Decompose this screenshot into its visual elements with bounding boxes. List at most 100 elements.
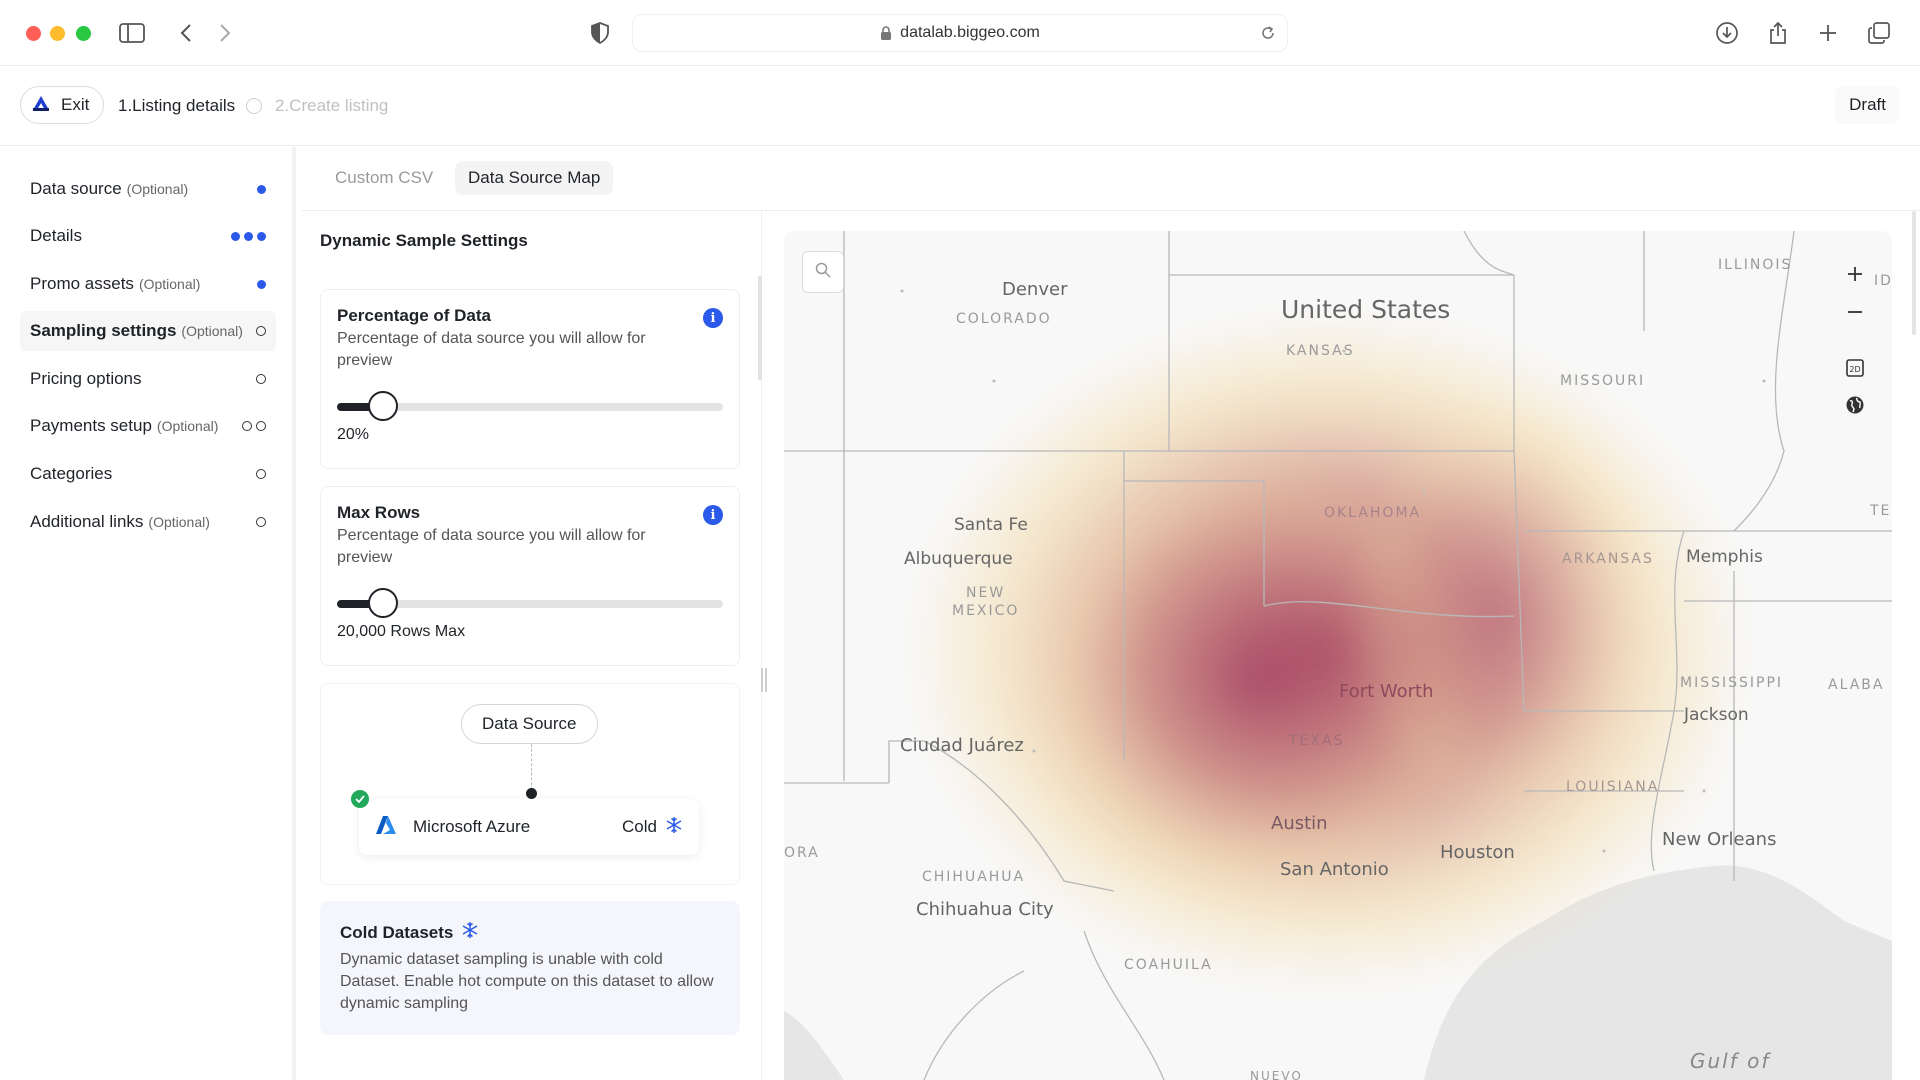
notice-title: Cold Datasets	[340, 922, 454, 942]
data-source-card: Data Source Microsoft Azure Cold	[320, 683, 740, 885]
map-label-ora: ORA	[784, 845, 820, 861]
sidebar-item-sampling-settings[interactable]: Sampling settings (Optional)	[20, 311, 276, 351]
download-icon[interactable]	[1712, 18, 1742, 48]
tab-data-source-map[interactable]: Data Source Map	[455, 161, 614, 195]
map-label-new: NEW	[966, 585, 1006, 601]
card-description: Percentage of data source you will allow…	[337, 527, 646, 566]
exit-label: Exit	[61, 95, 90, 114]
map-search-button[interactable]	[802, 251, 844, 293]
url-text: datalab.biggeo.com	[900, 24, 1040, 41]
data-source-button[interactable]: Data Source	[461, 704, 598, 744]
2d-view-icon[interactable]: 2D	[1836, 349, 1874, 387]
new-tab-icon[interactable]	[1813, 18, 1843, 48]
sidebar-item-additional-links[interactable]: Additional links (Optional)	[20, 502, 276, 542]
map-label-ciudad-juarez: Ciudad Juárez	[900, 735, 1024, 756]
max-rows-slider[interactable]	[337, 588, 723, 618]
address-bar[interactable]: datalab.biggeo.com	[632, 14, 1288, 52]
optional-tag: (Optional)	[148, 514, 210, 530]
exit-button[interactable]: Exit	[20, 86, 105, 124]
map-label-kansas: KANSAS	[1286, 343, 1355, 359]
minimize-window-button[interactable]	[50, 26, 65, 41]
snowflake-icon	[665, 816, 683, 839]
sidebar-item-data-source[interactable]: Data source (Optional)	[20, 169, 276, 209]
sidebar-item-label: Data source	[30, 179, 122, 198]
map-label-memphis: Memphis	[1686, 547, 1763, 567]
sidebar-item-categories[interactable]: Categories	[20, 454, 276, 494]
map-label-louisiana: LOUISIANA	[1566, 779, 1660, 795]
map-label-albuquerque: Albuquerque	[904, 549, 1013, 569]
percentage-card: Percentage of Data Percentage of data so…	[320, 289, 740, 469]
optional-tag: (Optional)	[181, 323, 243, 339]
azure-source-item[interactable]: Microsoft Azure Cold	[359, 799, 699, 855]
sidebar-item-promo-assets[interactable]: Promo assets (Optional)	[20, 264, 276, 304]
status-indicator	[242, 406, 266, 446]
percentage-slider[interactable]	[337, 391, 723, 421]
cold-datasets-notice: Cold Datasets Dynamic dataset sampling i…	[320, 901, 740, 1035]
azure-logo-icon	[375, 815, 397, 840]
map-label-san-antonio: San Antonio	[1280, 859, 1389, 880]
app-header: Exit 1.Listing details 2.Create listing …	[0, 66, 1920, 146]
resize-handle[interactable]	[761, 668, 767, 692]
svg-text:2D: 2D	[1849, 365, 1860, 374]
status-indicator	[257, 169, 266, 209]
close-window-button[interactable]	[26, 26, 41, 41]
status-indicator	[256, 359, 266, 399]
maximize-window-button[interactable]	[76, 26, 91, 41]
share-icon[interactable]	[1763, 18, 1793, 48]
percentage-value: 20%	[337, 426, 370, 443]
zoom-out-icon[interactable]	[1836, 293, 1874, 331]
max-rows-value: 20,000 Rows Max	[337, 623, 466, 640]
back-icon[interactable]	[171, 18, 201, 48]
step-listing-details[interactable]: 1.Listing details	[118, 96, 235, 116]
sidebar: Data source (Optional) Details Promo ass…	[0, 147, 296, 1080]
optional-tag: (Optional)	[156, 418, 219, 434]
slider-thumb[interactable]	[368, 588, 399, 618]
sidebar-icon[interactable]	[117, 18, 147, 48]
notice-description: Dynamic dataset sampling is unable with …	[340, 951, 714, 1012]
map-label-colorado: COLORADO	[956, 311, 1052, 327]
sidebar-item-pricing-options[interactable]: Pricing options	[20, 359, 276, 399]
provider-name: Microsoft Azure	[413, 817, 531, 836]
info-icon[interactable]: i	[703, 505, 723, 525]
globe-icon[interactable]	[1836, 386, 1874, 424]
page-scrollbar[interactable]	[1912, 211, 1916, 335]
shield-icon[interactable]	[585, 18, 615, 48]
data-source-map[interactable]: Denver COLORADO United States KANSAS ILL…	[784, 231, 1892, 1080]
sidebar-item-payments-setup[interactable]: Payments setup (Optional)	[20, 406, 276, 446]
optional-tag: (Optional)	[126, 181, 189, 197]
sidebar-item-label: Details	[30, 226, 82, 245]
reload-icon[interactable]	[1259, 24, 1277, 47]
notice-title-row: Cold Datasets	[340, 921, 479, 944]
zoom-in-icon[interactable]	[1836, 255, 1874, 293]
draft-status-button[interactable]: Draft	[1835, 86, 1900, 124]
slider-thumb[interactable]	[368, 391, 399, 421]
card-title: Max Rows	[337, 503, 421, 522]
connector-node	[526, 788, 537, 799]
map-label-illinois: ILLINOIS	[1718, 257, 1793, 273]
card-description: Percentage of data source you will allow…	[337, 330, 646, 369]
sidebar-item-details[interactable]: Details	[20, 216, 276, 256]
step-indicator	[246, 98, 262, 114]
map-label-austin: Austin	[1271, 813, 1328, 834]
status-indicator	[231, 216, 266, 256]
step-create-listing[interactable]: 2.Create listing	[275, 96, 388, 116]
tabs-overview-icon[interactable]	[1864, 18, 1894, 48]
lock-icon	[880, 25, 892, 41]
status-indicator	[256, 454, 266, 494]
map-label-united-states: United States	[1281, 295, 1451, 324]
panel-scrollbar[interactable]	[758, 276, 762, 380]
map-labels: Denver COLORADO United States KANSAS ILL…	[784, 231, 1892, 1080]
max-rows-card: Max Rows Percentage of data source you w…	[320, 486, 740, 666]
info-icon[interactable]: i	[703, 308, 723, 328]
map-label-arkansas: ARKANSAS	[1562, 551, 1654, 567]
map-label-ten: TEN	[1870, 503, 1892, 519]
tab-custom-csv[interactable]: Custom CSV	[322, 161, 446, 195]
sample-settings-panel: Dynamic Sample Settings Percentage of Da…	[302, 211, 762, 1080]
forward-icon[interactable]	[210, 18, 240, 48]
map-label-gulf-of: Gulf of	[1690, 1049, 1771, 1073]
status-indicator	[256, 311, 266, 351]
status-indicator	[257, 264, 266, 304]
map-label-oklahoma: OKLAHOMA	[1324, 505, 1422, 521]
map-label-fort-worth: Fort Worth	[1339, 681, 1434, 702]
optional-tag: (Optional)	[138, 276, 201, 292]
